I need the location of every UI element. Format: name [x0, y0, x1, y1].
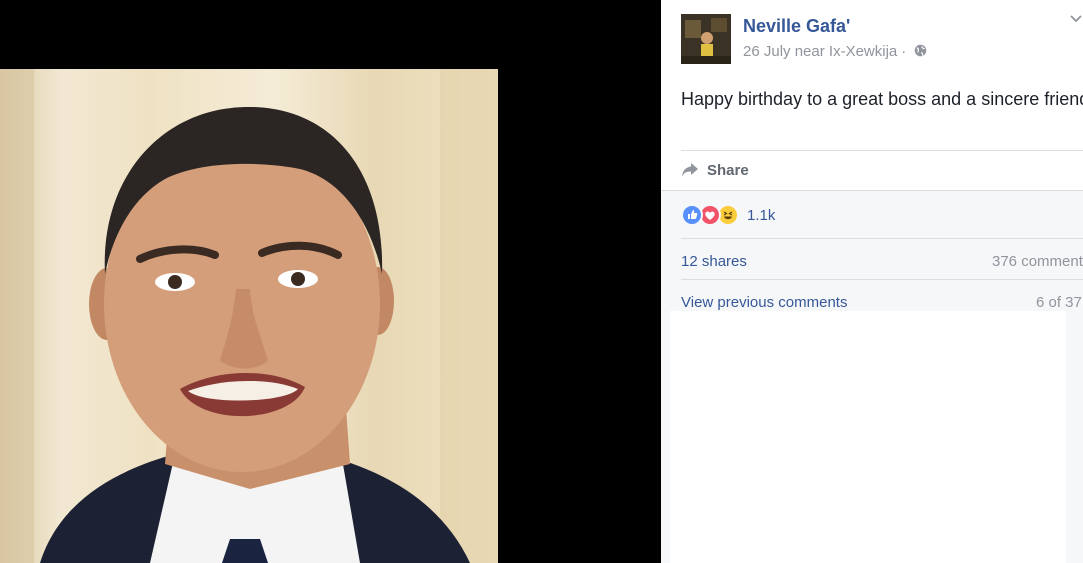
share-arrow-icon	[682, 163, 698, 177]
post-meta: 26 July near Ix-Xewkija ·	[743, 43, 927, 60]
post-panel: Neville Gafa' 26 July near Ix-Xewkija · H…	[661, 0, 1083, 563]
share-button[interactable]: Share	[681, 159, 749, 181]
like-reaction-icon	[681, 204, 703, 226]
author-avatar[interactable]	[681, 14, 731, 64]
feedback-section: 1.1k 12 shares 376 comment View previous…	[661, 190, 1083, 311]
comments-count[interactable]: 376 comment	[992, 253, 1083, 270]
chevron-down-icon[interactable]	[1069, 12, 1083, 26]
photo-viewer	[0, 0, 661, 563]
reactions-summary[interactable]: 1.1k	[681, 204, 775, 226]
comments-pager: 6 of 37	[1036, 294, 1082, 311]
divider	[661, 190, 1083, 191]
shares-link[interactable]: 12 shares	[681, 253, 747, 270]
post-date[interactable]: 26 July	[743, 43, 791, 60]
view-previous-comments-link[interactable]: View previous comments	[681, 294, 847, 311]
globe-icon[interactable]	[914, 44, 927, 57]
post-text: Happy birthday to a great boss and a sin…	[681, 89, 1083, 109]
divider	[681, 150, 1083, 151]
author-name[interactable]: Neville Gafa'	[743, 16, 850, 37]
post-photo[interactable]	[0, 69, 498, 563]
portrait-illustration	[0, 69, 498, 563]
divider	[681, 279, 1083, 280]
avatar-image	[681, 14, 731, 64]
location-prefix: near	[794, 43, 825, 60]
divider	[681, 238, 1083, 239]
meta-separator: ·	[901, 43, 907, 60]
reaction-count: 1.1k	[747, 206, 776, 224]
post-location[interactable]: Ix-Xewkija	[829, 43, 897, 60]
comments-list	[670, 311, 1066, 563]
share-label: Share	[707, 161, 749, 179]
